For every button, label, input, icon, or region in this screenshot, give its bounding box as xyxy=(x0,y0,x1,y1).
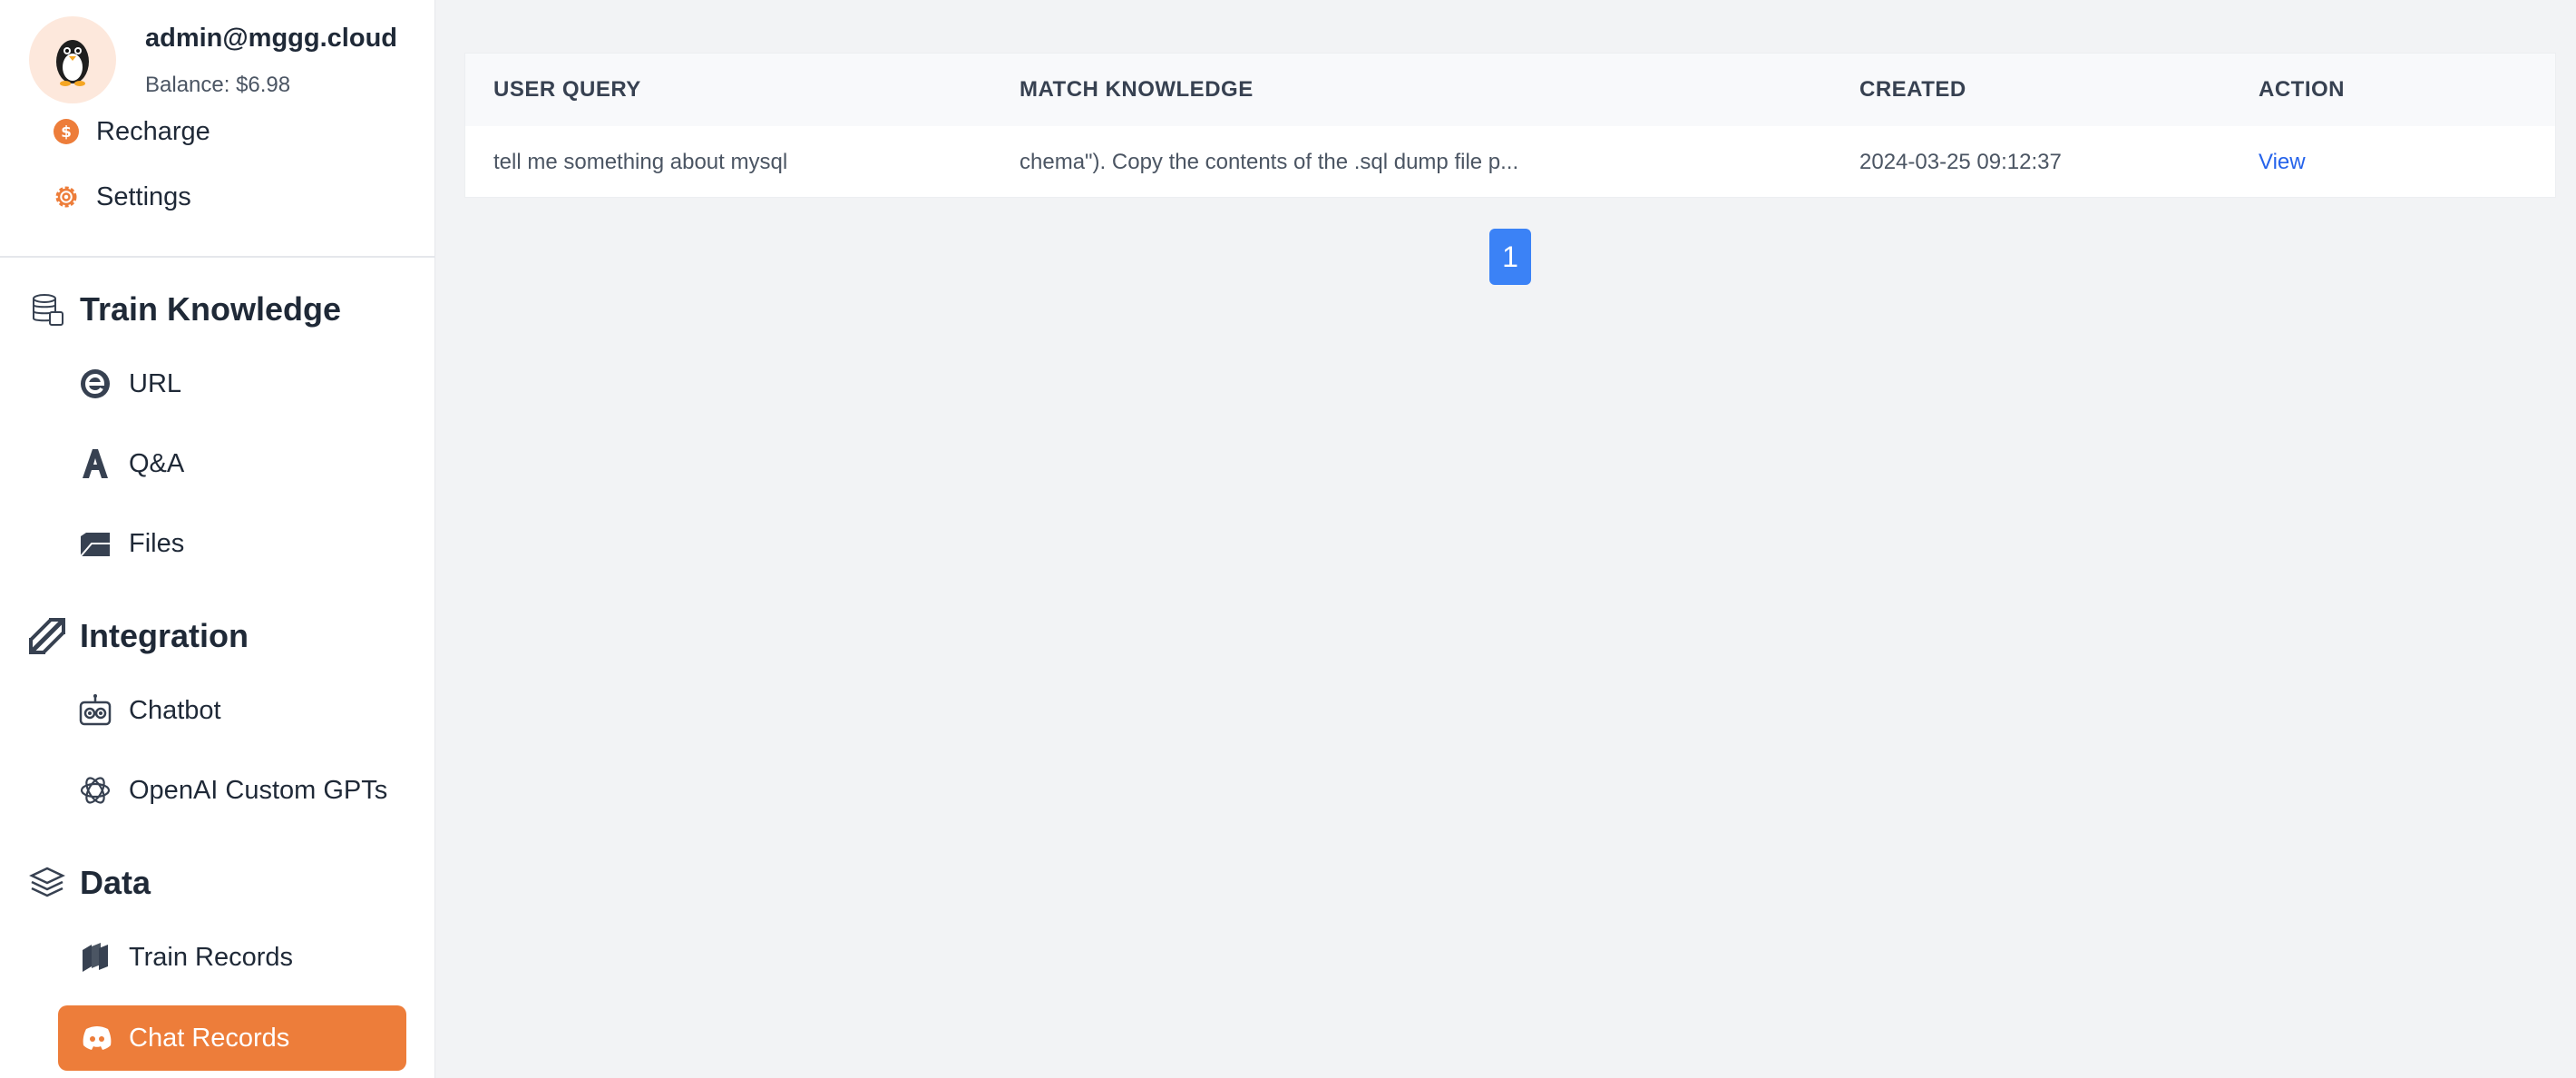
recharge-label: Recharge xyxy=(96,116,210,146)
sidebar-item-train-records[interactable]: Train Records xyxy=(78,940,293,975)
section-train-knowledge: Train Knowledge xyxy=(29,290,341,328)
column-header-user-query: USER QUERY xyxy=(493,77,641,102)
e-letter-icon xyxy=(78,367,112,401)
settings-link[interactable]: Settings xyxy=(51,181,191,212)
gear-icon xyxy=(51,181,82,212)
books-icon xyxy=(78,940,112,975)
cell-user-query: tell me something about mysql xyxy=(493,150,788,174)
svg-text:$: $ xyxy=(61,123,72,142)
integration-icon xyxy=(29,618,65,654)
user-email: admin@mggg.cloud xyxy=(145,24,397,53)
settings-label: Settings xyxy=(96,181,191,211)
pagination-page-button[interactable]: 1 xyxy=(1489,229,1531,285)
sidebar-item-qa[interactable]: Q&A xyxy=(78,446,184,481)
layers-icon xyxy=(29,865,65,901)
section-title-train: Train Knowledge xyxy=(80,290,342,328)
sidebar-item-label: Chat Records xyxy=(129,1023,290,1053)
sidebar: admin@mggg.cloud Balance: $6.98 $ Rechar… xyxy=(0,0,435,1078)
sidebar-item-label: Q&A xyxy=(129,448,185,478)
recharge-link[interactable]: $ Recharge xyxy=(51,116,210,147)
cell-match-knowledge: chema"). Copy the contents of the .sql d… xyxy=(1020,150,1519,174)
view-link[interactable]: View xyxy=(2259,150,2306,175)
column-header-match-knowledge: MATCH KNOWLEDGE xyxy=(1020,77,1254,102)
section-title-data: Data xyxy=(80,864,151,901)
robot-icon xyxy=(78,693,112,728)
sidebar-item-label: OpenAI Custom GPTs xyxy=(129,775,388,805)
column-header-created: CREATED xyxy=(1859,77,1966,102)
section-title-integration: Integration xyxy=(80,617,249,654)
sidebar-item-files[interactable]: Files xyxy=(78,526,184,561)
openai-icon xyxy=(78,773,112,808)
section-integration: Integration xyxy=(29,617,249,655)
database-icon xyxy=(29,291,65,328)
sidebar-divider xyxy=(0,256,435,258)
sidebar-item-label: Chatbot xyxy=(129,695,221,725)
dollar-coin-icon: $ xyxy=(51,116,82,147)
user-balance: Balance: $6.98 xyxy=(145,73,291,97)
discord-icon xyxy=(80,1021,114,1055)
avatar[interactable] xyxy=(29,16,116,103)
column-header-action: ACTION xyxy=(2259,77,2345,102)
sidebar-item-chatbot[interactable]: Chatbot xyxy=(78,693,221,728)
section-data: Data xyxy=(29,864,151,902)
letter-a-icon xyxy=(78,446,112,481)
file-icon xyxy=(78,526,112,561)
table-header: USER QUERY MATCH KNOWLEDGE CREATED ACTIO… xyxy=(465,54,2555,126)
sidebar-item-chat-records[interactable]: Chat Records xyxy=(58,1005,406,1071)
sidebar-item-url[interactable]: URL xyxy=(78,367,181,401)
penguin-icon xyxy=(56,40,89,86)
sidebar-item-openai-gpts[interactable]: OpenAI Custom GPTs xyxy=(78,773,387,808)
cell-created: 2024-03-25 09:12:37 xyxy=(1859,150,2062,174)
sidebar-item-label: URL xyxy=(129,368,182,398)
sidebar-item-label: Train Records xyxy=(129,942,294,972)
chat-records-table: USER QUERY MATCH KNOWLEDGE CREATED ACTIO… xyxy=(464,53,2556,198)
sidebar-item-label: Files xyxy=(129,528,185,558)
